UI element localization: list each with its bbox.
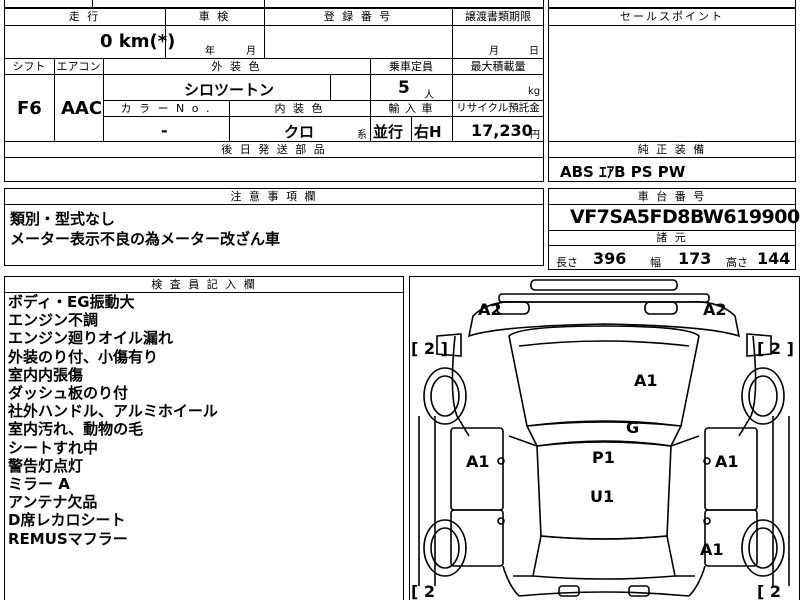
shift-value: F6 [17,98,42,119]
length-label: 長さ [556,256,578,269]
chassis-number: VF7SA5FD8BW619900 [570,206,800,228]
inspector-line: 室内汚れ、動物の毛 [8,420,144,439]
damage-mark-a2-left: A2 [478,300,502,319]
width-value: 173 [678,249,712,268]
inspector-line: 外装のり付、小傷有り [8,347,159,366]
mileage-value: 0 km(*) [100,31,176,52]
damage-mark-a1-hood: A1 [634,371,658,390]
sales-point-box [548,8,796,142]
wheel-bracket-rear-left: [ 2 [411,582,436,600]
sales-point-header: セールスポイント [620,10,724,23]
damage-mark-a1-rear-right: A1 [700,540,724,559]
wheel-bracket-front-left: [ 2 ] [411,339,448,358]
exterior-color-value: シロツートン [184,81,275,99]
width-label: 幅 [650,256,661,269]
height-label: 高さ [726,256,748,269]
capacity-value: 5 [398,78,410,98]
wheel-bracket-rear-right: [ 2 [757,582,782,600]
inspector-line: ダッシュ板のり付 [8,384,129,403]
damage-mark-g-windshield: G [626,418,640,437]
inspector-line: ミラー A [8,475,70,494]
aircon-value: AAC [61,98,103,119]
length-value: 396 [593,249,627,268]
inspection-year-unit: 年 [205,46,215,57]
inspector-line: 社外ハンドル、アルミホイール [8,402,218,421]
import-header: 輸 入 車 [388,102,434,115]
inspection-header: 車 検 [198,10,231,23]
top-cut-divider [264,0,265,8]
inspector-line: 警告灯点灯 [8,456,84,475]
capacity-header: 乗車定員 [389,60,433,73]
registration-header: 登 録 番 号 [323,10,393,23]
inspector-line: アンテナ欠品 [8,493,98,512]
top-cut-row [4,0,544,8]
top-cut-divider [92,0,93,8]
interior-color-header: 内 装 色 [274,102,325,115]
height-value: 144 [757,249,791,268]
later-parts-header: 後 日 発 送 部 品 [221,143,327,156]
inspector-header: 検 査 員 記 入 欄 [151,278,257,291]
inspector-line: 室内内張傷 [8,365,84,384]
caution-line: 類別・型式なし [10,210,116,228]
inspection-month-unit: 月 [246,46,256,57]
color-no-value: - [161,121,168,140]
recycle-value: 17,230 [471,121,533,140]
recycle-unit: 円 [530,130,540,141]
recycle-header: リサイクル預託金 [456,102,540,114]
equipment-header: 純 正 装 備 [637,143,707,156]
mileage-header: 走 行 [68,10,101,23]
exterior-color-header: 外 装 色 [211,60,262,73]
damage-mark-a1-right: A1 [715,452,739,471]
transfer-month-unit: 月 [489,46,499,57]
max-load-unit: kg [528,86,541,97]
import-value-handle: 右H [414,123,442,141]
car-diagram [417,278,790,597]
aircon-header: エアコン [56,60,101,73]
caution-line: メーター表示不良の為メーター改ざん車 [10,230,281,248]
inspector-line: D席レカロシート [8,511,126,530]
interior-color-value: クロ [284,123,315,141]
capacity-unit: 人 [424,90,434,101]
transfer-day-unit: 日 [529,46,539,57]
inspector-line: エンジン廻りオイル漏れ [8,329,174,348]
interior-color-unit: 系 [357,130,367,141]
damage-mark-p1-roof: P1 [592,448,615,467]
damage-mark-u1-roof: U1 [590,487,615,506]
max-load-header: 最大積載量 [470,60,526,73]
damage-mark-a2-right: A2 [703,300,727,319]
inspector-line: エンジン不調 [8,311,99,330]
car-diagram-box [409,276,800,600]
import-value-parallel: 並行 [373,123,404,141]
inspector-line: REMUSマフラー [8,529,128,548]
shift-header: シフト [12,60,46,73]
inspector-line: シートすれ中 [8,438,99,457]
transfer-deadline-header: 譲渡書類期限 [465,10,531,23]
vehicle-info-table [4,8,544,142]
damage-mark-a1-left: A1 [466,452,490,471]
chassis-header: 車 台 番 号 [637,190,707,203]
color-no-header: カ ラ ー N o . [120,102,212,115]
equipment-value: ABS ｴｱB PS PW [560,163,686,181]
dimensions-header: 諸 元 [656,231,688,244]
wheel-bracket-front-right: [ 2 ] [757,339,794,358]
inspector-notes: ボディ・EG振動大 エンジン不調 エンジン廻りオイル漏れ 外装のり付、小傷有り … [8,293,218,548]
top-cut-row-right [548,0,796,8]
inspector-line: ボディ・EG振動大 [8,293,135,311]
caution-header: 注 意 事 項 欄 [230,190,318,203]
